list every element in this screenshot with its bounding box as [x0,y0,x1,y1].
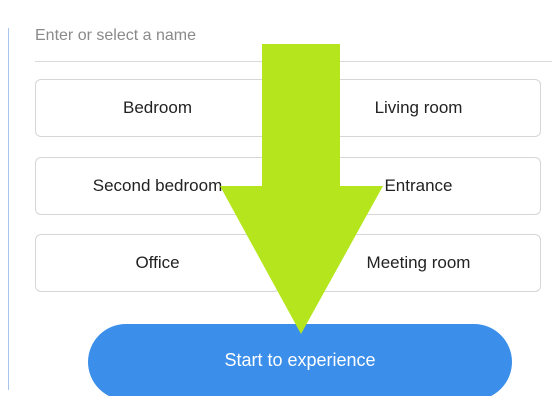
room-name-screen: Bedroom Living room Second bedroom Entra… [0,0,552,396]
room-option-living-room[interactable]: Living room [296,79,541,137]
room-option-label: Living room [374,98,463,117]
room-option-label: Office [135,253,180,272]
room-option-office[interactable]: Office [35,234,280,292]
room-option-entrance[interactable]: Entrance [296,157,541,215]
room-option-meeting-room[interactable]: Meeting room [296,234,541,292]
left-divider [8,28,9,390]
room-option-label: Bedroom [123,98,192,117]
room-name-input[interactable] [35,0,552,62]
room-option-label: Second bedroom [92,176,223,195]
room-option-second-bedroom[interactable]: Second bedroom [35,157,280,215]
start-experience-button[interactable]: Start to experience [88,324,512,396]
room-option-bedroom[interactable]: Bedroom [35,79,280,137]
room-option-label: Meeting room [366,253,471,272]
room-option-label: Entrance [384,176,453,195]
start-experience-label: Start to experience [224,349,376,370]
